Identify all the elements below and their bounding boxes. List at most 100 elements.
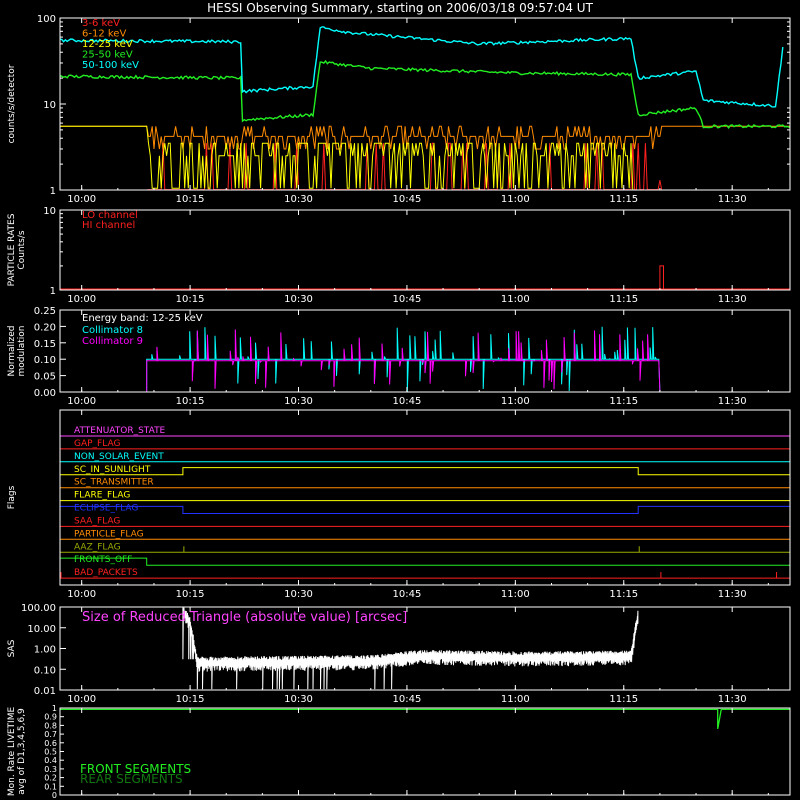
rates-legend-4: 50-100 keV — [82, 60, 139, 71]
livetime-ylabel-line: Mon. Rate LIVETIME — [7, 707, 17, 797]
rates-ylabel: counts/s/detector — [7, 64, 17, 143]
flag-label-4: SC_TRANSMITTER — [74, 478, 154, 488]
flags-xtick-label: 11:30 — [718, 589, 747, 600]
livetime-ytick-label: 0.5 — [44, 748, 57, 757]
sas-xtick-label: 11:30 — [718, 694, 747, 705]
livetime-legend-1: REAR SEGMENTS — [80, 772, 183, 786]
flag-label-2: NON_SOLAR_EVENT — [74, 452, 164, 462]
livetime-ytick-label: 0.8 — [44, 721, 57, 730]
sas-ylabel-text: SAS — [7, 639, 17, 657]
modulation-xtick-label: 10:00 — [67, 396, 96, 407]
modulation-xtick-label: 11:30 — [718, 396, 747, 407]
modulation-ytick-label: 0.05 — [34, 372, 56, 383]
modulation-ytick-label: 0.25 — [34, 306, 56, 317]
rates-ytick-label: 100 — [37, 14, 56, 25]
modulation-annotation: Energy band: 12-25 keV — [82, 313, 203, 324]
rates-ylabel-text: counts/s/detector — [7, 64, 17, 143]
rates-ytick-label: 10 — [43, 100, 56, 111]
particle-xtick-label: 11:30 — [718, 294, 747, 305]
sas-ytick-label: 100.00 — [21, 603, 56, 614]
flag-label-3: SC_IN_SUNLIGHT — [74, 465, 151, 475]
figure-title: HESSI Observing Summary, starting on 200… — [207, 1, 593, 15]
rates-ytick-label: 1 — [50, 186, 56, 197]
modulation-xtick-label: 11:00 — [501, 396, 530, 407]
modulation-legend-1: Collimator 9 — [82, 336, 143, 347]
rates-xtick-label: 11:00 — [501, 194, 530, 205]
particle-xtick-label: 10:00 — [67, 294, 96, 305]
modulation-ylabel: Normalized modulation — [7, 325, 27, 376]
sas-xtick-label: 10:30 — [284, 694, 313, 705]
livetime-ytick-label: 0.1 — [44, 782, 57, 791]
rates-xtick-label: 11:15 — [609, 194, 638, 205]
particle-xtick-label: 10:45 — [393, 294, 422, 305]
modulation-xtick-label: 10:30 — [284, 396, 313, 407]
particle-xtick-label: 10:30 — [284, 294, 313, 305]
rates-xtick-label: 11:30 — [718, 194, 747, 205]
sas-ytick-label: 0.10 — [34, 665, 56, 676]
sas-annotation: Size of Reduced Triangle (absolute value… — [82, 610, 407, 625]
sas-ytick-label: 10.00 — [27, 624, 56, 635]
livetime-ytick-label: 0.7 — [44, 730, 57, 739]
sas-xtick-label: 10:45 — [393, 694, 422, 705]
modulation-ytick-label: 0.15 — [34, 339, 56, 350]
flag-label-9: AAZ_FLAG — [74, 542, 121, 552]
livetime-ylabel: Mon. Rate LIVETIME avg of D1,3,4,5,6,9 — [7, 707, 27, 797]
flag-label-7: SAA_FLAG — [74, 516, 120, 526]
sas-ytick-label: 0.01 — [34, 686, 56, 697]
livetime-ylabel-line: avg of D1,3,4,5,6,9 — [17, 708, 27, 795]
particle-xtick-label: 11:15 — [609, 294, 638, 305]
flag-label-1: GAP_FLAG — [74, 439, 120, 449]
modulation-xtick-label: 10:45 — [393, 396, 422, 407]
modulation-ytick-label: 0.20 — [34, 322, 56, 333]
livetime-ytick-label: 0.2 — [44, 774, 57, 783]
sas-ytick-label: 1.00 — [34, 645, 56, 656]
rates-legend-2: 12-25 keV — [82, 39, 133, 50]
rates-legend-1: 6-12 keV — [82, 29, 126, 40]
flags-xtick-label: 10:45 — [393, 589, 422, 600]
livetime-ytick-label: 0.4 — [44, 756, 57, 765]
summary-figure: HESSI Observing Summary, starting on 200… — [0, 0, 800, 800]
particle-xtick-label: 10:15 — [176, 294, 205, 305]
flag-label-10: FRONTS_OFF — [74, 555, 132, 565]
rates-legend-0: 3-6 keV — [82, 18, 120, 29]
flags-ylabel: Flags — [7, 485, 17, 509]
sas-xtick-label: 10:00 — [67, 694, 96, 705]
rates-legend-3: 25-50 keV — [82, 50, 133, 61]
sas-xtick-label: 11:00 — [501, 694, 530, 705]
flags-ylabel-text: Flags — [7, 485, 17, 509]
livetime-ytick-label: 0.9 — [44, 713, 57, 722]
modulation-legend-0: Collimator 8 — [82, 325, 143, 336]
flags-xtick-label: 10:15 — [176, 589, 205, 600]
particle-ytick-label: 1 — [50, 286, 56, 297]
modulation-xtick-label: 10:15 — [176, 396, 205, 407]
flag-label-11: BAD_PACKETS — [74, 568, 138, 578]
sas-ylabel: SAS — [7, 639, 17, 657]
rates-xtick-label: 10:45 — [393, 194, 422, 205]
modulation-ytick-label: 0.10 — [34, 355, 56, 366]
flag-label-5: FLARE_FLAG — [74, 491, 130, 501]
flag-label-6: ECLIPSE_FLAG — [74, 504, 138, 514]
flag-label-8: PARTICLE_FLAG — [74, 529, 144, 539]
livetime-ytick-label: 0.3 — [44, 765, 57, 774]
sas-xtick-label: 10:15 — [176, 694, 205, 705]
particle-ylabel-line: Counts/s — [17, 230, 27, 269]
rates-xtick-label: 10:15 — [176, 194, 205, 205]
rates-xtick-label: 10:30 — [284, 194, 313, 205]
rates-xtick-label: 10:00 — [67, 194, 96, 205]
flags-xtick-label: 10:00 — [67, 589, 96, 600]
livetime-ytick-label: 1 — [52, 704, 57, 713]
livetime-ytick-label: 0 — [52, 791, 57, 800]
sas-xtick-label: 11:15 — [609, 694, 638, 705]
modulation-ytick-label: 0.00 — [34, 388, 56, 399]
particle-ytick-label: 10 — [43, 206, 56, 217]
flags-xtick-label: 11:00 — [501, 589, 530, 600]
particle-xtick-label: 11:00 — [501, 294, 530, 305]
flags-xtick-label: 10:30 — [284, 589, 313, 600]
flags-xtick-label: 11:15 — [609, 589, 638, 600]
flag-label-0: ATTENUATOR_STATE — [74, 426, 166, 436]
modulation-xtick-label: 11:15 — [609, 396, 638, 407]
modulation-ylabel-line: modulation — [17, 326, 27, 377]
particle-legend-1: HI channel — [82, 220, 135, 231]
modulation-ylabel-line: Normalized — [7, 325, 17, 376]
livetime-ytick-label: 0.6 — [44, 739, 57, 748]
